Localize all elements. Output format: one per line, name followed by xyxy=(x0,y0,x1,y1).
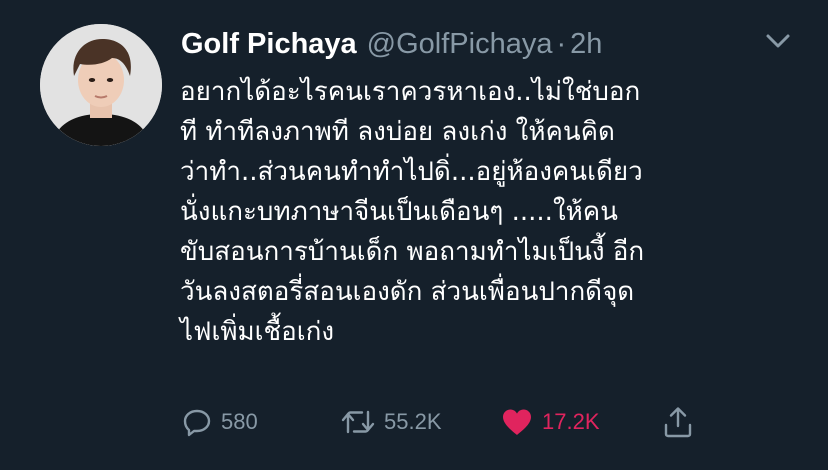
timestamp[interactable]: 2h xyxy=(570,28,602,61)
avatar-image xyxy=(40,24,162,146)
display-name[interactable]: Golf Pichaya xyxy=(181,28,357,61)
share-button[interactable] xyxy=(662,400,694,444)
retweet-count: 55.2K xyxy=(384,409,442,434)
like-button[interactable]: 17.2K xyxy=(500,400,600,444)
retweet-button[interactable]: 55.2K xyxy=(340,400,442,444)
tweet-text-line: วันลงสตอรี่สอนเองดัก ส่วนเพื่อนปากดีจุด xyxy=(180,277,635,307)
avatar[interactable] xyxy=(40,24,162,146)
separator-dot: · xyxy=(556,27,567,60)
tweet-actions: 580 55.2K 17.2K xyxy=(0,400,828,444)
share-icon xyxy=(664,407,692,438)
user-handle[interactable]: @GolfPichaya xyxy=(367,28,553,61)
tweet-text-line: ว่าทำ..ส่วนคนทำทำไปดิ่...อยู่ห้องคนเดียว xyxy=(180,157,643,187)
tweet-header: Golf Pichaya @GolfPichaya · 2h xyxy=(181,22,602,66)
tweet-text-line: ขับสอนการบ้านเด็ก พอถามทำไมเป็นงี้ อีก xyxy=(180,237,645,267)
chevron-down-icon[interactable] xyxy=(764,32,792,52)
tweet-text-line: อยากได้อะไรคนเราควรหาเอง..ไม่ใช่บอก xyxy=(180,77,641,107)
reply-icon xyxy=(183,409,211,437)
tweet[interactable]: Golf Pichaya @GolfPichaya · 2h อยากได้อะ… xyxy=(0,0,828,470)
tweet-text-line: นั่งแกะบทภาษาจีนเป็นเดือนๆ .....ให้คน xyxy=(180,197,618,227)
tweet-text-line: ที ทำทีลงภาพที ลงบ่อย ลงเก่ง ให้คนคิด xyxy=(180,117,615,147)
reply-count: 580 xyxy=(221,409,258,434)
tweet-text-line: ไฟเพิ่มเชื้อเก่ง xyxy=(180,317,335,347)
like-count: 17.2K xyxy=(542,409,600,434)
tweet-text: อยากได้อะไรคนเราควรหาเอง..ไม่ใช่บอก ที ท… xyxy=(180,72,810,352)
reply-button[interactable]: 580 xyxy=(181,400,258,444)
retweet-icon xyxy=(341,410,375,434)
heart-icon xyxy=(503,409,531,435)
